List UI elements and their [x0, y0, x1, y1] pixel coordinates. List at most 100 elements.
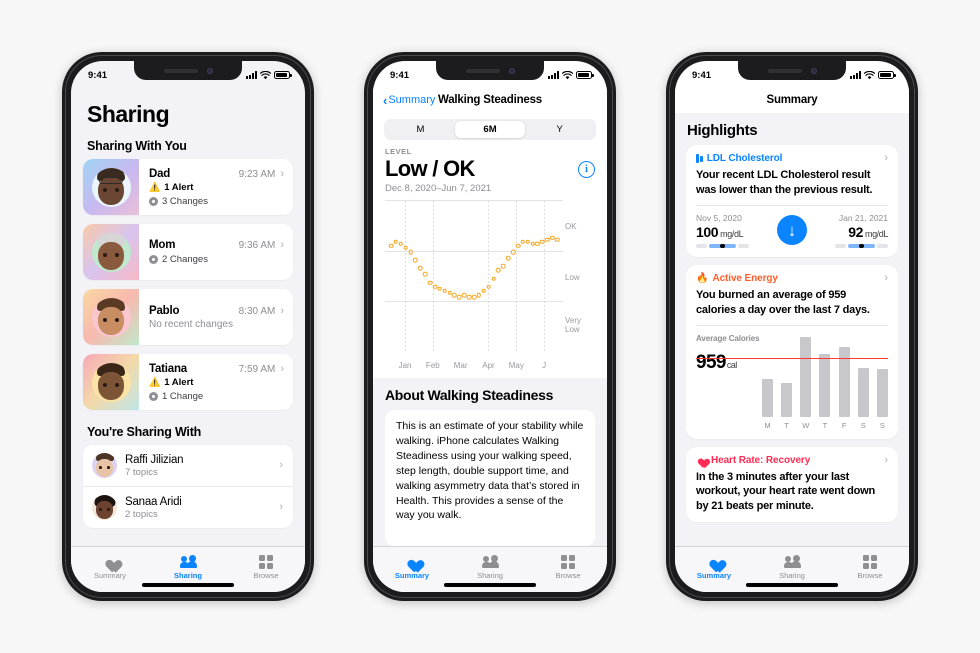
tab-sharing[interactable]: Sharing [753, 555, 831, 580]
people-icon [481, 555, 499, 569]
highlight-card-ldl-cholesterol[interactable]: LDL Cholesterol › Your recent LDL Choles… [686, 145, 898, 258]
list-item[interactable]: Pablo 8:30 AM › No recent changes [83, 289, 293, 345]
gridline-vertical [544, 201, 545, 353]
segment-y[interactable]: Y [525, 121, 595, 139]
chevron-right-icon: › [280, 362, 284, 375]
screenshot-stage: 9:41 Sharing Sharing With You Dad 9:23 A… [0, 0, 980, 653]
summary-scroll-area[interactable]: Highlights LDL Cholesterol › Your recent… [675, 113, 909, 546]
topic-count: 7 topics [125, 466, 158, 478]
contact-time: 9:36 AM [238, 240, 276, 252]
avatar-tile [83, 224, 139, 280]
sharing-scroll-area[interactable]: Sharing Sharing With You Dad 9:23 AM › ⚠… [71, 87, 305, 546]
list-item[interactable]: Dad 9:23 AM › ⚠️ 1 Alert 3 Changes [83, 159, 293, 215]
level-value: Low / OK [385, 156, 475, 181]
chevron-right-icon: › [279, 459, 283, 471]
change-icon [149, 196, 158, 206]
current-value: 92 [848, 223, 863, 240]
back-button[interactable]: ‹ Summary [383, 94, 435, 107]
data-point [505, 255, 511, 261]
data-point [540, 239, 545, 245]
gridline-vertical [460, 201, 462, 353]
data-point [413, 257, 418, 263]
data-point [520, 239, 526, 245]
change-count: 1 Change [162, 390, 204, 402]
walking-steadiness-chart[interactable]: OK Low Very Low Jan Feb Mar Apr May J [385, 200, 595, 370]
data-point [437, 286, 443, 292]
list-item[interactable]: Raffi Jilizian 7 topics › [83, 445, 293, 486]
tab-summary[interactable]: Summary [675, 555, 753, 580]
bar [762, 378, 773, 417]
chevron-right-icon: › [280, 239, 284, 252]
time-range-segmented-control[interactable]: M 6M Y [384, 119, 596, 140]
bars-area [762, 334, 888, 417]
info-icon[interactable]: i [578, 160, 595, 178]
tab-browse[interactable]: Browse [529, 555, 607, 580]
chevron-left-icon: ‹ [383, 92, 388, 108]
segment-m[interactable]: M [386, 121, 456, 139]
list-item[interactable]: Tatiana 7:59 AM › ⚠️ 1 Alert 1 Change [83, 354, 293, 410]
tab-summary[interactable]: Summary [71, 555, 149, 580]
about-text: This is an estimate of your stability wh… [385, 410, 595, 546]
grid-icon [561, 555, 575, 569]
tab-label: Browse [253, 571, 279, 580]
wifi-icon [562, 70, 573, 79]
avatar [91, 362, 131, 402]
highlight-card-heart-rate-recovery[interactable]: Heart Rate: Recovery › In the 3 minutes … [686, 446, 898, 523]
x-tick-label: Apr [482, 361, 495, 370]
data-point [554, 237, 560, 243]
notch [134, 61, 242, 80]
card-description: Your recent LDL Cholesterol result was l… [696, 169, 873, 196]
gridline-vertical [432, 201, 434, 353]
contact-name: Raffi Jilizian [125, 453, 184, 466]
tab-label: Browse [857, 571, 883, 580]
front-camera [508, 67, 515, 74]
date-range: Dec 8, 2020–Jun 7, 2021 [385, 183, 492, 194]
tab-browse[interactable]: Browse [227, 555, 305, 580]
highlight-card-active-energy[interactable]: 🔥 Active Energy › You burned an average … [686, 265, 898, 439]
gridline-vertical [488, 201, 490, 353]
status-time: 9:41 [88, 69, 108, 81]
home-indicator[interactable] [746, 583, 838, 587]
tab-label: Summary [93, 571, 127, 580]
tab-browse[interactable]: Browse [831, 555, 909, 580]
avatar [92, 495, 117, 520]
heart-icon [696, 455, 707, 465]
tab-sharing[interactable]: Sharing [451, 555, 529, 580]
notch [738, 61, 846, 80]
data-point [500, 264, 506, 269]
active-energy-bar-chart: Average Calories 959cal MTWTFSS [696, 334, 888, 430]
avatar-tile [83, 354, 139, 410]
bar-label: T [822, 420, 828, 430]
average-line [696, 357, 888, 360]
list-item[interactable]: Mom 9:36 AM › 2 Changes [83, 224, 293, 280]
contact-name: Dad [149, 167, 171, 180]
people-icon [179, 555, 197, 569]
list-item[interactable]: Sanaa Aridi 2 topics › [83, 486, 293, 528]
home-indicator[interactable] [444, 583, 536, 587]
page-title: Summary [766, 94, 818, 106]
contact-time: 8:30 AM [238, 305, 276, 317]
tab-summary[interactable]: Summary [373, 555, 451, 580]
y-tick-low: Low [565, 273, 580, 282]
cellular-icon [850, 71, 861, 79]
data-point [408, 249, 413, 255]
avatar [91, 232, 131, 272]
tab-sharing[interactable]: Sharing [149, 555, 227, 580]
data-point [496, 268, 501, 273]
list-item-body: Tatiana 7:59 AM › ⚠️ 1 Alert 1 Change [139, 354, 293, 410]
segment-6m[interactable]: 6M [455, 120, 525, 139]
battery-icon [274, 71, 292, 79]
home-indicator[interactable] [142, 583, 234, 587]
bar-label: S [860, 420, 866, 430]
bar [781, 383, 793, 417]
people-icon [783, 555, 801, 569]
earpiece-speaker [465, 68, 500, 73]
alert-count: 1 Alert [164, 377, 194, 388]
avatar-tile [83, 289, 139, 345]
change-count: 3 Changes [162, 195, 208, 207]
bar [857, 367, 869, 417]
contact-time: 7:59 AM [238, 363, 276, 375]
data-point [486, 284, 491, 290]
contact-time: 9:23 AM [238, 168, 276, 180]
wifi-icon [864, 70, 875, 79]
